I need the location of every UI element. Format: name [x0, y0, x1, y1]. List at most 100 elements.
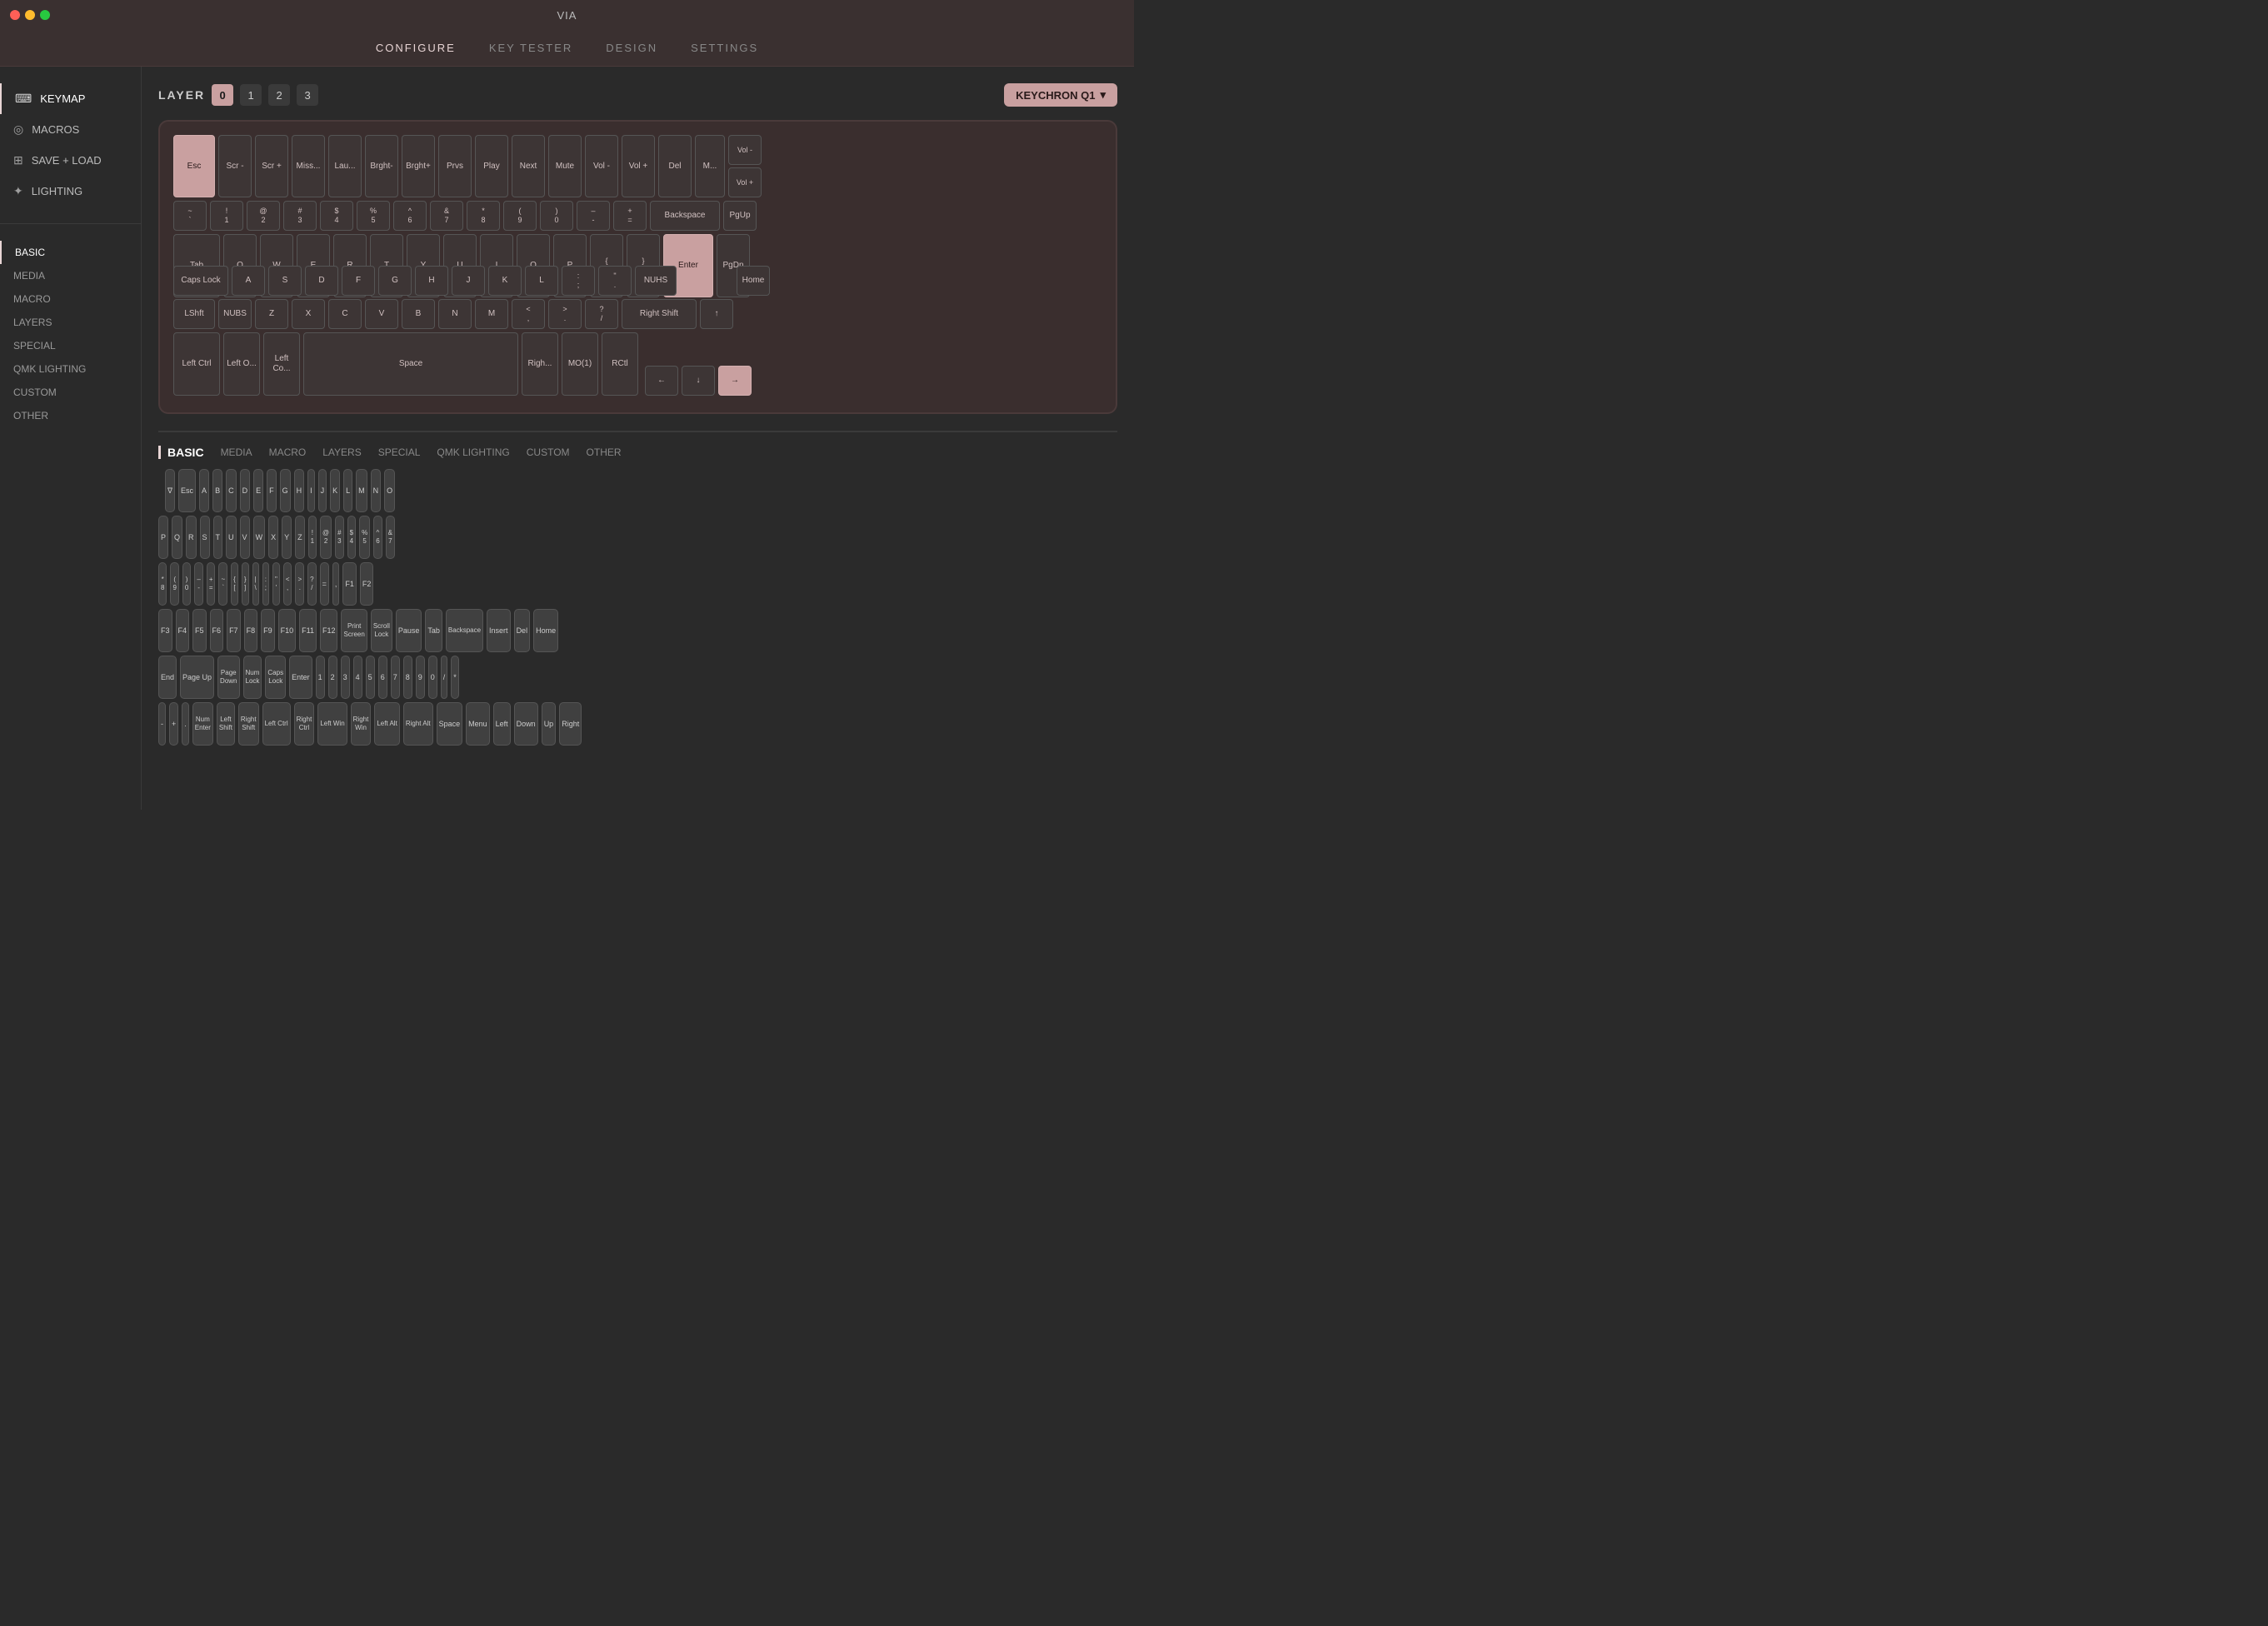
key-2[interactable]: @2 — [247, 201, 280, 231]
key-left-cmd[interactable]: Left Co... — [263, 332, 300, 396]
key-lau[interactable]: Lau... — [328, 135, 362, 197]
grid-key-enter[interactable]: Enter — [289, 656, 312, 699]
key-6[interactable]: ^6 — [393, 201, 427, 231]
nav-configure[interactable]: CONFIGURE — [376, 42, 456, 54]
grid-key-q[interactable]: Q — [172, 516, 182, 559]
key-brght-minus[interactable]: Brght- — [365, 135, 398, 197]
sidebar-item-lighting[interactable]: ✦ LIGHTING — [0, 176, 141, 207]
grid-key-h[interactable]: H — [294, 469, 305, 512]
grid-key-r[interactable]: R — [186, 516, 197, 559]
grid-key-numplus[interactable]: + — [169, 702, 178, 746]
key-5[interactable]: %5 — [357, 201, 390, 231]
grid-key-dquote[interactable]: "' — [272, 562, 280, 606]
key-l[interactable]: L — [525, 266, 558, 296]
grid-key-num1[interactable]: 1 — [316, 656, 325, 699]
grid-key-c[interactable]: C — [226, 469, 237, 512]
grid-key-lpar[interactable]: (9 — [170, 562, 178, 606]
grid-key-lt[interactable]: <, — [283, 562, 292, 606]
key-3[interactable]: #3 — [283, 201, 317, 231]
grid-key-f5[interactable]: F5 — [192, 609, 207, 652]
key-caps-lock[interactable]: Caps Lock — [173, 266, 228, 296]
key-z[interactable]: Z — [255, 299, 288, 329]
key-b[interactable]: B — [402, 299, 435, 329]
key-a[interactable]: A — [232, 266, 265, 296]
key-d[interactable]: D — [305, 266, 338, 296]
grid-key-nummul[interactable]: * — [451, 656, 459, 699]
grid-key-num4[interactable]: 4 — [353, 656, 362, 699]
grid-key-trns[interactable]: ∇ — [165, 469, 175, 512]
grid-nav-qmk[interactable]: QMK LIGHTING — [437, 446, 509, 458]
grid-key-num7[interactable]: 7 — [391, 656, 400, 699]
grid-key-numenter[interactable]: NumEnter — [192, 702, 213, 746]
key-space[interactable]: Space — [303, 332, 518, 396]
nav-settings[interactable]: SETTINGS — [691, 42, 758, 54]
grid-key-amp[interactable]: &7 — [386, 516, 395, 559]
grid-key-f8[interactable]: F8 — [244, 609, 258, 652]
grid-key-numdot[interactable]: . — [182, 702, 189, 746]
grid-key-rwin[interactable]: RightWin — [351, 702, 372, 746]
key-left-os[interactable]: Left O... — [223, 332, 260, 396]
grid-key-left[interactable]: Left — [493, 702, 511, 746]
key-m[interactable]: M... — [695, 135, 725, 197]
grid-key-gt[interactable]: >. — [295, 562, 304, 606]
key-vol-plus-2[interactable]: Vol + — [728, 167, 762, 197]
sidebar-sub-basic[interactable]: BASIC — [0, 241, 141, 264]
layer-btn-2[interactable]: 2 — [268, 84, 290, 106]
grid-key-s[interactable]: S — [200, 516, 210, 559]
grid-key-capslock[interactable]: CapsLock — [265, 656, 286, 699]
sidebar-sub-layers[interactable]: LAYERS — [0, 311, 141, 334]
grid-key-num0[interactable]: 0 — [428, 656, 437, 699]
grid-key-g[interactable]: G — [280, 469, 291, 512]
grid-key-pause[interactable]: Pause — [396, 609, 422, 652]
grid-key-f2[interactable]: F2 — [360, 562, 374, 606]
key-period[interactable]: >. — [548, 299, 582, 329]
grid-key-l[interactable]: L — [343, 469, 352, 512]
key-quote[interactable]: ". — [598, 266, 632, 296]
grid-key-i[interactable]: I — [307, 469, 315, 512]
grid-nav-special[interactable]: SPECIAL — [378, 446, 421, 458]
sidebar-item-keymap[interactable]: ⌨ KEYMAP — [0, 83, 141, 114]
grid-key-w[interactable]: W — [253, 516, 266, 559]
keyboard-model-button[interactable]: KEYCHRON Q1 ▾ — [1004, 83, 1117, 107]
grid-key-f4[interactable]: F4 — [176, 609, 190, 652]
grid-key-pipe[interactable]: |\ — [252, 562, 259, 606]
key-8[interactable]: *8 — [467, 201, 500, 231]
key-vol-minus-2[interactable]: Vol - — [728, 135, 762, 165]
key-del[interactable]: Del — [658, 135, 692, 197]
key-v[interactable]: V — [365, 299, 398, 329]
key-equals[interactable]: += — [613, 201, 647, 231]
grid-key-b[interactable]: B — [212, 469, 222, 512]
grid-key-lalt[interactable]: Left Alt — [374, 702, 399, 746]
grid-key-del[interactable]: Del — [514, 609, 531, 652]
grid-key-lshift[interactable]: LeftShift — [217, 702, 235, 746]
grid-key-dollar[interactable]: $4 — [347, 516, 356, 559]
key-s[interactable]: S — [268, 266, 302, 296]
key-lctrl[interactable]: Left Ctrl — [173, 332, 220, 396]
grid-key-x[interactable]: X — [268, 516, 278, 559]
grid-key-underscore[interactable]: –- — [194, 562, 202, 606]
grid-key-f10[interactable]: F10 — [278, 609, 297, 652]
key-brght-plus[interactable]: Brght+ — [402, 135, 435, 197]
grid-key-qmark[interactable]: ?/ — [307, 562, 316, 606]
key-miss[interactable]: Miss... — [292, 135, 325, 197]
grid-key-numdiv[interactable]: / — [441, 656, 448, 699]
grid-key-num8[interactable]: 8 — [403, 656, 412, 699]
key-n[interactable]: N — [438, 299, 472, 329]
grid-key-percent[interactable]: %5 — [359, 516, 370, 559]
key-c[interactable]: C — [328, 299, 362, 329]
grid-key-e[interactable]: E — [253, 469, 263, 512]
grid-key-comma[interactable]: , — [332, 562, 340, 606]
layer-btn-3[interactable]: 3 — [297, 84, 318, 106]
key-rshift[interactable]: Right Shift — [622, 299, 697, 329]
key-home[interactable]: Home — [737, 266, 770, 296]
grid-key-menu[interactable]: Menu — [466, 702, 490, 746]
grid-key-lbrace[interactable]: {[ — [231, 562, 238, 606]
grid-key-prtsc[interactable]: PrintScreen — [341, 609, 367, 652]
key-pgup[interactable]: PgUp — [723, 201, 757, 231]
grid-key-num6[interactable]: 6 — [378, 656, 387, 699]
key-next[interactable]: Next — [512, 135, 545, 197]
grid-key-lwin[interactable]: Left Win — [317, 702, 347, 746]
sidebar-sub-other[interactable]: OTHER — [0, 404, 141, 427]
grid-key-at[interactable]: @2 — [320, 516, 332, 559]
grid-key-a[interactable]: A — [199, 469, 209, 512]
